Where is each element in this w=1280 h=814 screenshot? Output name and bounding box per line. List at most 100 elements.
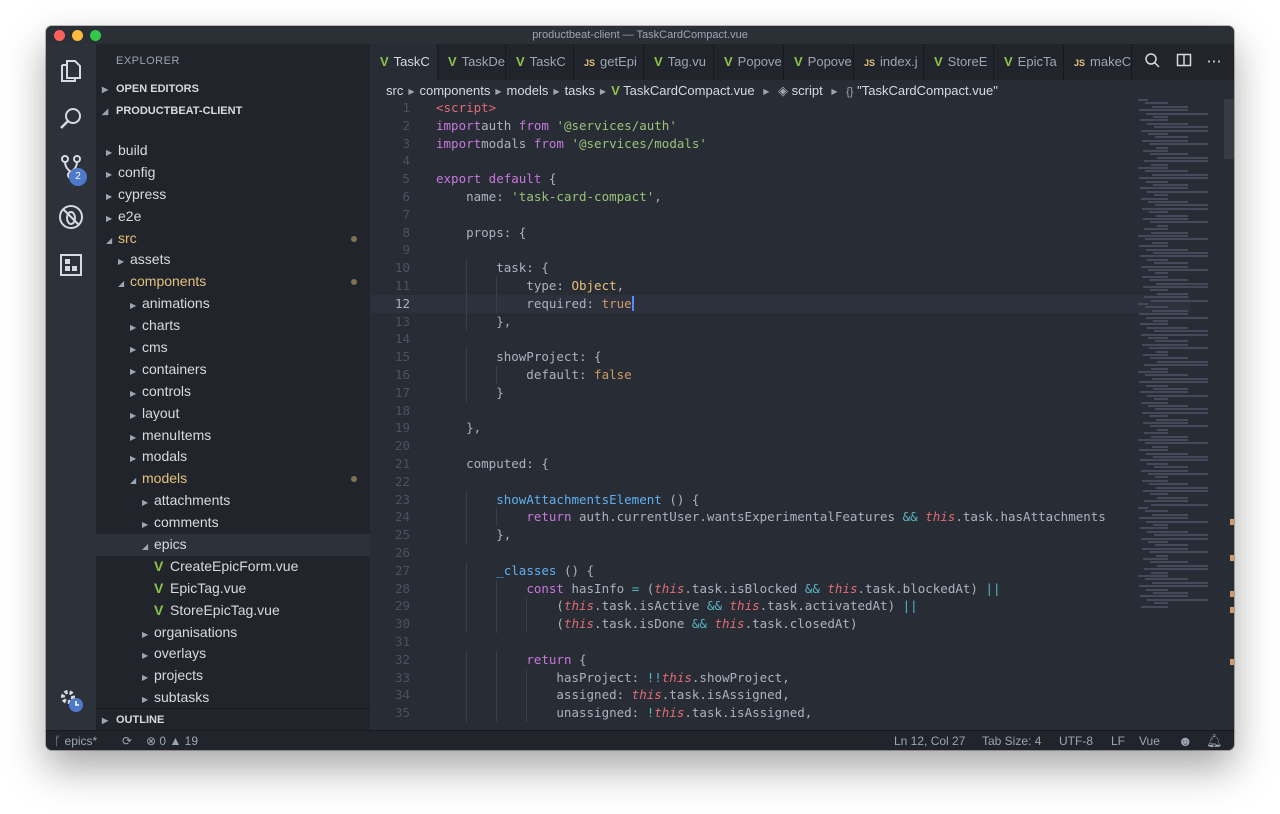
debug-icon[interactable] [57,204,85,232]
minimize-window-button[interactable] [72,30,83,41]
tree-folder-item[interactable]: ◢ src [96,228,370,250]
tree-folder-item[interactable]: ▶ controls [96,381,370,403]
tree-folder-item[interactable]: ▶ organisations [96,622,370,644]
git-branch[interactable]: ᚴ epics* [54,731,97,750]
code-line[interactable]: 31 [370,633,1190,651]
outline-header[interactable]: ▶ OUTLINE [96,709,370,731]
code-line[interactable]: 28 const hasInfo = (this.task.isBlocked … [370,579,1190,598]
code-line[interactable]: 2 importauth from '@services/auth' [370,117,1190,135]
minimap-slider[interactable] [1224,99,1234,159]
code-line[interactable]: 35 unassigned: !this.task.isAssigned, [370,704,1190,722]
tree-folder-item[interactable]: ▶ charts [96,315,370,337]
code-line[interactable]: 18 [370,402,1190,420]
code-line[interactable]: 13 }, [370,312,1190,331]
tree-folder-item[interactable]: ▶ modals [96,446,370,468]
outline-section[interactable]: ▶ OUTLINE [96,708,370,730]
tree-folder-item[interactable]: ▶ layout [96,403,370,425]
code-line[interactable]: 33 hasProject: !!this.showProject, [370,668,1190,687]
tree-folder-item[interactable]: ◢ models [96,468,370,490]
code-line[interactable]: 17 } [370,383,1190,402]
code-line[interactable]: 16 default: false [370,365,1190,384]
minimap[interactable] [1134,99,1234,730]
tree-folder-item[interactable]: ▶ overlays [96,643,370,665]
tree-folder-item[interactable]: ▶ projects [96,665,370,687]
tree-file-item[interactable]: V CreateEpicForm.vue [96,556,370,578]
project-section[interactable]: ◢ PRODUCTBEAT-CLIENT [96,100,370,122]
open-changes-icon[interactable] [1142,52,1162,72]
open-editors-section[interactable]: ▶ OPEN EDITORS [96,78,370,100]
editor-tab[interactable]: JS getEpi [574,44,644,80]
editor-tab[interactable]: V Popove [714,44,784,80]
cursor-position[interactable]: Ln 12, Col 27 [894,731,965,750]
tree-folder-item[interactable]: ▶ subtasks [96,687,370,709]
breadcrumb-item[interactable]: components [420,83,491,98]
breadcrumb-item[interactable]: models [506,83,548,98]
editor-tab[interactable]: V TaskDe [438,44,506,80]
tree-folder-item[interactable]: ▶ menuItems [96,425,370,447]
code-line[interactable]: 24 return auth.currentUser.wantsExperime… [370,508,1190,527]
code-line[interactable]: 7 [370,206,1190,224]
tree-file-item[interactable]: V StoreEpicTag.vue [96,600,370,622]
code-line[interactable]: 1 <script> [370,99,1190,117]
breadcrumb-file[interactable]: TaskCardCompact.vue [623,83,755,98]
code-line[interactable]: 10 task: { [370,259,1190,277]
close-window-button[interactable] [54,30,65,41]
code-line[interactable]: 20 [370,437,1190,455]
editor-tab[interactable]: V EpicTa [994,44,1064,80]
files-icon[interactable] [57,58,85,86]
code-line[interactable]: 25 }, [370,526,1190,544]
breadcrumb-item[interactable]: src [386,83,403,98]
encoding[interactable]: UTF-8 [1059,731,1093,750]
extensions-icon[interactable] [57,252,85,280]
split-editor-icon[interactable] [1174,52,1194,72]
code-line[interactable]: 5 export default { [370,170,1190,188]
code-line[interactable]: 32 return { [370,650,1190,669]
notifications-bell-icon[interactable]: 🔔︎ [1206,731,1223,750]
code-line[interactable]: 29 (this.task.isActive && this.task.acti… [370,597,1190,616]
code-line[interactable]: 14 [370,330,1190,348]
code-line[interactable]: 26 [370,544,1190,562]
more-actions-icon[interactable]: ⋯ [1204,52,1224,72]
search-icon[interactable] [57,106,85,134]
code-line[interactable]: 3 importmodals from '@services/modals' [370,135,1190,153]
line-ending[interactable]: LF [1111,731,1125,750]
code-line[interactable]: 19 }, [370,419,1190,437]
tree-folder-item[interactable]: ▶ assets [96,249,370,271]
code-line[interactable]: 8 props: { [370,224,1190,242]
editor-tab[interactable]: V Popove [784,44,854,80]
tree-folder-item[interactable]: ▶ cms [96,337,370,359]
code-line[interactable]: 4 [370,152,1190,170]
tree-folder-item[interactable]: ▶ e2e [96,206,370,228]
problems-indicator[interactable]: ⊗ 0 ▲ 19 [146,731,198,750]
tree-folder-item[interactable]: ▶ containers [96,359,370,381]
language-mode[interactable]: Vue [1139,731,1160,750]
editor-tab[interactable]: JS index.j [854,44,924,80]
sync-icon[interactable]: ⟳ [122,731,132,750]
code-line[interactable]: 21 computed: { [370,455,1190,473]
feedback-smiley-icon[interactable]: ☻ [1178,731,1193,750]
tree-folder-item[interactable]: ▶ comments [96,512,370,534]
code-line[interactable]: 12 required: true [370,294,1190,313]
code-line[interactable]: 23 showAttachmentsElement () { [370,490,1190,509]
code-line[interactable]: 6 name: 'task-card-compact', [370,188,1190,206]
code-line[interactable]: 11 type: Object, [370,276,1190,295]
code-line[interactable]: 30 (this.task.isDone && this.task.closed… [370,615,1190,633]
tree-folder-item[interactable]: ▶ attachments [96,490,370,512]
tree-folder-item[interactable]: ▶ animations [96,293,370,315]
editor-tab[interactable]: V TaskC [506,44,574,80]
code-editor[interactable]: 1 <script> 2 importauth from '@services/aut… [370,99,1190,730]
breadcrumb-symbol-name[interactable]: "TaskCardCompact.vue" [857,83,998,98]
breadcrumb-symbol-script[interactable]: script [792,83,823,98]
tree-folder-item[interactable]: ▶ build [96,140,370,162]
code-line[interactable]: 27 _classes () { [370,561,1190,580]
tree-folder-item[interactable]: ▶ config [96,162,370,184]
code-line[interactable]: 34 assigned: this.task.isAssigned, [370,686,1190,705]
tab-size[interactable]: Tab Size: 4 [982,731,1041,750]
tree-folder-item[interactable]: ▶ cypress [96,184,370,206]
editor-tab[interactable]: V StoreE [924,44,994,80]
zoom-window-button[interactable] [90,30,101,41]
code-line[interactable]: 22 [370,473,1190,491]
editor-tab[interactable]: V Tag.vu [644,44,714,80]
breadcrumb-item[interactable]: tasks [565,83,595,98]
editor-tab[interactable]: JS makeC [1064,44,1132,80]
